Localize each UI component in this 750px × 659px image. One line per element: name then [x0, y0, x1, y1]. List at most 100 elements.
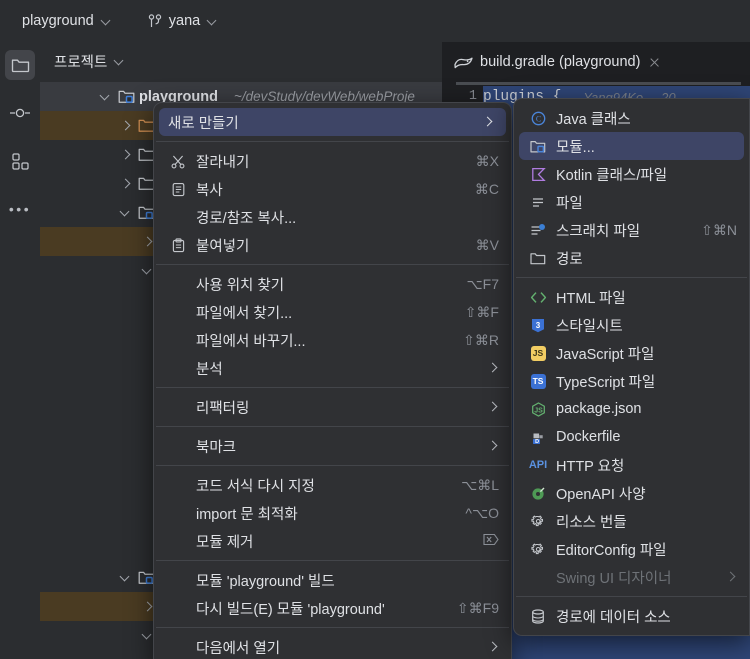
- submenu-item-data-source-in-path[interactable]: 경로에 데이터 소스: [514, 602, 749, 630]
- submenu-item-module[interactable]: 모듈...: [519, 132, 744, 160]
- new-submenu[interactable]: C Java 클래스 모듈... Kotlin 클래스/파일: [513, 98, 750, 636]
- menu-item-paste[interactable]: 붙여넣기 ⌘V: [154, 231, 511, 259]
- html-icon: [528, 291, 548, 304]
- menu-item-optimize-imports[interactable]: import 문 최적화 ^⌥O: [154, 499, 511, 527]
- menu-item-label: 리팩터링: [196, 397, 249, 418]
- menu-item-label: 파일에서 찾기...: [196, 302, 292, 323]
- submenu-item-label: OpenAPI 사양: [556, 483, 646, 504]
- chevron-right-icon[interactable]: [118, 118, 134, 134]
- module-folder-icon: [528, 139, 548, 154]
- menu-separator: [156, 627, 509, 628]
- project-selector[interactable]: playground: [14, 8, 120, 34]
- menu-item-find-usages[interactable]: 사용 위치 찾기 ⌥F7: [154, 270, 511, 298]
- context-menu[interactable]: 새로 만들기 잘라내기 ⌘X 복사 ⌘C: [153, 102, 512, 659]
- chevron-right-icon[interactable]: [118, 176, 134, 192]
- chevron-right-icon: [487, 401, 499, 413]
- menu-item-analyze[interactable]: 분석: [154, 354, 511, 382]
- menu-item-shortcut: ^⌥O: [447, 505, 499, 522]
- chevron-down-icon[interactable]: [118, 205, 134, 221]
- menu-item-build-module[interactable]: 모듈 'playground' 빌드: [154, 566, 511, 594]
- submenu-item-label: TypeScript 파일: [556, 371, 655, 392]
- menu-item-rebuild-module[interactable]: 다시 빌드(E) 모듈 'playground' ⇧⌘F9: [154, 594, 511, 622]
- file-icon: [528, 195, 548, 210]
- menu-item-new[interactable]: 새로 만들기: [159, 108, 506, 136]
- submenu-item-label: Dockerfile: [556, 429, 620, 445]
- chevron-down-icon[interactable]: [114, 56, 125, 67]
- menu-separator: [156, 560, 509, 561]
- menu-item-bookmarks[interactable]: 북마크: [154, 432, 511, 460]
- submenu-item-file[interactable]: 파일: [514, 188, 749, 216]
- tab-build-gradle[interactable]: build.gradle (playground): [442, 42, 672, 82]
- submenu-item-label: Kotlin 클래스/파일: [556, 164, 667, 185]
- submenu-item-openapi-spec[interactable]: OpenAPI 사양: [514, 479, 749, 507]
- menu-item-label: 사용 위치 찾기: [196, 274, 284, 295]
- submenu-item-javascript-file[interactable]: JS JavaScript 파일: [514, 339, 749, 367]
- menu-item-copy[interactable]: 복사 ⌘C: [154, 175, 511, 203]
- menu-separator: [156, 426, 509, 427]
- chevron-down-icon[interactable]: [98, 89, 114, 105]
- menu-item-label: 다음에서 열기: [196, 637, 280, 658]
- menu-item-cut[interactable]: 잘라내기 ⌘X: [154, 147, 511, 175]
- sidebar-item-project[interactable]: [5, 50, 35, 80]
- submenu-item-http-request[interactable]: API HTTP 요청: [514, 451, 749, 479]
- menu-item-copy-path[interactable]: 경로/참조 복사...: [154, 203, 511, 231]
- submenu-item-label: 경로에 데이터 소스: [556, 606, 671, 627]
- menu-item-shortcut: ⌥F7: [449, 276, 499, 293]
- submenu-item-directory[interactable]: 경로: [514, 244, 749, 272]
- menu-item-open-in[interactable]: 다음에서 열기: [154, 633, 511, 659]
- submenu-item-kotlin[interactable]: Kotlin 클래스/파일: [514, 160, 749, 188]
- typescript-icon: TS: [531, 374, 546, 389]
- svg-text:JS: JS: [534, 407, 543, 414]
- svg-text:D: D: [535, 439, 539, 445]
- project-panel-header[interactable]: 프로젝트: [40, 42, 442, 80]
- menu-separator: [156, 465, 509, 466]
- submenu-item-typescript-file[interactable]: TS TypeScript 파일: [514, 367, 749, 395]
- submenu-item-stylesheet[interactable]: 3 스타일시트: [514, 311, 749, 339]
- submenu-item-label: 경로: [556, 248, 583, 269]
- menu-item-label: 북마크: [196, 436, 236, 457]
- submenu-item-resource-bundle[interactable]: 리소스 번들: [514, 507, 749, 535]
- submenu-item-editorconfig-file[interactable]: EditorConfig 파일: [514, 535, 749, 563]
- menu-item-label: 복사: [196, 179, 223, 200]
- submenu-item-scratch-file[interactable]: 스크래치 파일 ⇧⌘N: [514, 216, 749, 244]
- menu-item-replace-in-files[interactable]: 파일에서 바꾸기... ⇧⌘R: [154, 326, 511, 354]
- page-title: 프로젝트: [54, 51, 107, 72]
- chevron-right-icon[interactable]: [118, 147, 134, 163]
- database-icon: [528, 609, 548, 624]
- submenu-item-package-json[interactable]: JS package.json: [514, 395, 749, 423]
- submenu-item-java-class[interactable]: C Java 클래스: [514, 104, 749, 132]
- menu-item-remove-module[interactable]: 모듈 제거: [154, 527, 511, 555]
- gradle-elephant-icon: [454, 55, 473, 70]
- tab-label: build.gradle (playground): [480, 54, 640, 70]
- submenu-item-label: EditorConfig 파일: [556, 539, 667, 560]
- menu-item-label: import 문 최적화: [196, 503, 298, 524]
- menu-item-label: 새로 만들기: [168, 112, 239, 133]
- menu-item-label: 파일에서 바꾸기...: [196, 330, 306, 351]
- scissors-icon: [168, 154, 188, 169]
- menu-item-reformat-code[interactable]: 코드 서식 다시 지정 ⌥⌘L: [154, 471, 511, 499]
- menu-item-find-in-files[interactable]: 파일에서 찾기... ⇧⌘F: [154, 298, 511, 326]
- submenu-item-label: HTML 파일: [556, 287, 626, 308]
- submenu-item-shortcut: ⇧⌘N: [683, 222, 737, 239]
- submenu-item-label: 파일: [556, 192, 583, 213]
- chevron-down-icon[interactable]: [118, 570, 134, 586]
- sidebar-item-more[interactable]: •••: [5, 194, 35, 224]
- menu-separator: [156, 141, 509, 142]
- submenu-item-label: 모듈...: [556, 136, 595, 157]
- branch-selector[interactable]: yana: [140, 8, 226, 34]
- docker-icon: D: [528, 430, 548, 445]
- openapi-icon: [528, 486, 548, 501]
- editor-tabs: build.gradle (playground): [442, 42, 750, 82]
- submenu-item-html-file[interactable]: HTML 파일: [514, 283, 749, 311]
- ellipsis-icon: •••: [9, 205, 31, 213]
- menu-item-label: 붙여넣기: [196, 235, 249, 256]
- menu-item-refactor[interactable]: 리팩터링: [154, 393, 511, 421]
- menu-item-label: 다시 빌드(E) 모듈 'playground': [196, 598, 385, 619]
- chevron-down-icon: [207, 16, 218, 27]
- sidebar-item-structure[interactable]: [5, 146, 35, 176]
- submenu-item-dockerfile[interactable]: D Dockerfile: [514, 423, 749, 451]
- close-icon[interactable]: [647, 55, 662, 70]
- sidebar-item-commit[interactable]: [5, 98, 35, 128]
- menu-item-label: 경로/참조 복사...: [196, 207, 296, 228]
- menu-separator: [516, 277, 747, 278]
